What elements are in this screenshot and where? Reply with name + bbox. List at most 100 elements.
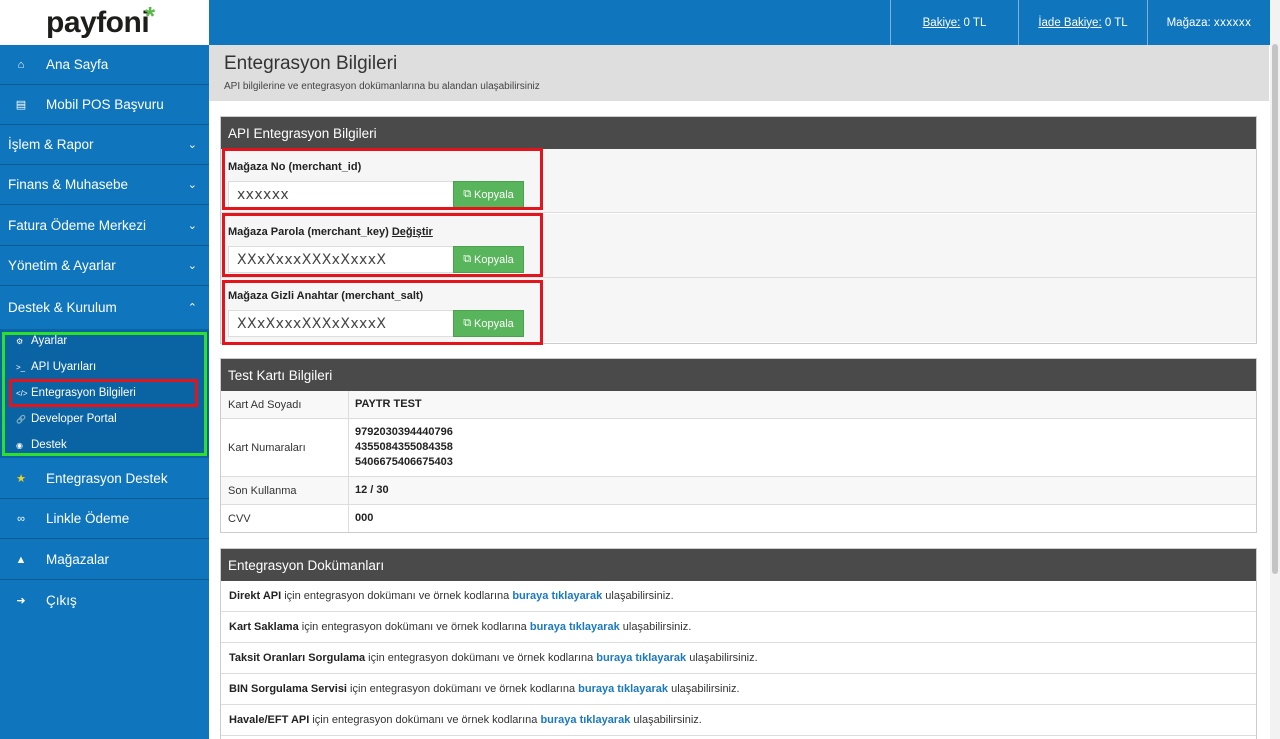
list-item: Direkt API için entegrasyon dokümanı ve … — [221, 581, 1256, 612]
row-key: Kart Ad Soyadı — [228, 398, 302, 411]
refund-balance-label: İade Bakiye: — [1038, 16, 1102, 29]
logo-star-icon: * — [145, 1, 156, 31]
store-display[interactable]: Mağaza: xxxxxx — [1147, 0, 1270, 45]
store-label: Mağaza: — [1166, 16, 1211, 29]
doc-text: için entegrasyon dokümanı ve örnek kodla… — [309, 714, 541, 726]
doc-link[interactable]: buraya tıklayarak — [578, 683, 668, 695]
table-row: Son Kullanma 12 / 30 — [221, 477, 1256, 505]
row-value: PAYTR TEST — [355, 391, 422, 418]
doc-text: ulaşabilirsiniz. — [619, 621, 692, 633]
sidebar-item-ana-sayfa[interactable]: ⌂ Ana Sayfa — [0, 45, 209, 85]
doc-name: Kart Saklama — [229, 621, 299, 633]
home-icon: ⌂ — [17, 58, 25, 71]
doc-name: Taksit Oranları Sorgulama — [229, 652, 366, 664]
sidebar-item-label: Fatura Ödeme Merkezi — [8, 218, 147, 233]
sidebar: payfoni * ⌂ Ana Sayfa ▤ Mobil POS Başvur… — [0, 0, 209, 739]
doc-text: ulaşabilirsiniz. — [668, 683, 740, 695]
sidebar-item-label: Mobil POS Başvuru — [46, 97, 164, 112]
sidebar-item-label: Yönetim & Ayarlar — [8, 258, 116, 273]
doc-text: için entegrasyon dokümanı ve örnek kodla… — [365, 652, 597, 664]
column-divider — [348, 391, 349, 418]
sidebar-item-label: Linkle Ödeme — [46, 511, 130, 526]
refund-balance-value: 0 TL — [1104, 16, 1128, 29]
balance-label: Bakiye: — [922, 16, 961, 29]
balance-display[interactable]: Bakiye: 0 TL — [890, 0, 1018, 45]
value-text: PAYTR TEST — [355, 398, 422, 410]
card-number: 9792030394440796 — [355, 426, 453, 438]
sidebar-item-label: İşlem & Rapor — [8, 137, 94, 152]
chevron-down-icon: ⌄ — [187, 139, 197, 151]
row-value: 12 / 30 — [355, 477, 389, 504]
sidebar-item-label: Mağazalar — [46, 552, 110, 567]
test-card-panel: Test Kartı Bilgileri Kart Ad Soyadı PAYT… — [220, 358, 1257, 533]
column-divider — [348, 505, 349, 532]
doc-text: için entegrasyon dokümanı ve örnek kodla… — [347, 683, 579, 695]
doc-link[interactable]: buraya tıklayarak — [596, 652, 686, 664]
page-title: Entegrasyon Bilgileri — [224, 53, 398, 74]
column-divider — [348, 419, 349, 476]
sidebar-item-label: Entegrasyon Destek — [46, 471, 168, 486]
row-value: 9792030394440796 4355084355084358 540667… — [355, 419, 453, 476]
sidebar-item-linkle-odeme[interactable]: ∞ Linkle Ödeme — [0, 499, 209, 539]
table-row: Kart Ad Soyadı PAYTR TEST — [221, 391, 1256, 419]
doc-link[interactable]: buraya tıklayarak — [530, 621, 620, 633]
chevron-down-icon: ⌄ — [187, 179, 197, 191]
logo[interactable]: payfoni * — [0, 0, 209, 45]
integration-docs-panel: Entegrasyon Dokümanları Direkt API için … — [220, 548, 1257, 739]
star-icon: ★ — [16, 473, 26, 485]
sitemap-icon: ▲ — [15, 553, 27, 566]
doc-name: Havale/EFT API — [229, 714, 310, 726]
page-header: Entegrasyon Bilgileri API bilgilerine ve… — [209, 45, 1269, 101]
value-text: 000 — [355, 512, 374, 524]
highlight-box-merchant-salt — [222, 280, 543, 345]
sidebar-item-destek-kurulum[interactable]: Destek & Kurulum ⌃ — [0, 287, 209, 327]
highlight-box-merchant-key — [222, 213, 543, 277]
sidebar-item-finans[interactable]: Finans & Muhasebe ⌄ — [0, 165, 209, 205]
table-row: CVV 000 — [221, 505, 1256, 532]
scrollbar-thumb[interactable] — [1272, 44, 1278, 574]
doc-name: BIN Sorgulama Servisi — [229, 683, 347, 695]
link-icon: ∞ — [17, 512, 25, 525]
list-item: BIN Sorgulama Servisi için entegrasyon d… — [221, 674, 1256, 705]
sidebar-item-label: Ana Sayfa — [46, 57, 109, 72]
doc-text: için entegrasyon dokümanı ve örnek kodla… — [298, 621, 530, 633]
sidebar-item-label: Finans & Muhasebe — [8, 177, 129, 192]
chevron-down-icon: ⌄ — [187, 220, 197, 232]
sidebar-item-magazalar[interactable]: ▲ Mağazalar — [0, 540, 209, 580]
row-value: 000 — [355, 505, 373, 532]
logout-icon: ➜ — [16, 594, 26, 607]
refund-balance-display[interactable]: İade Bakiye: 0 TL — [1018, 0, 1147, 45]
chevron-up-icon: ⌃ — [187, 301, 197, 314]
doc-text: ulaşabilirsiniz. — [630, 714, 702, 726]
table-row: Kart Numaraları 9792030394440796 4355084… — [221, 419, 1256, 477]
highlight-box-active-item — [9, 379, 198, 407]
sidebar-item-entegrasyon-destek[interactable]: ★ Entegrasyon Destek — [0, 459, 209, 499]
panel-heading: API Entegrasyon Bilgileri — [221, 117, 1256, 149]
logo-text: payfoni — [46, 6, 150, 39]
doc-name: Direkt API — [229, 590, 282, 602]
column-divider — [348, 477, 349, 504]
row-key: Kart Numaraları — [228, 441, 306, 454]
value-text: 12 / 30 — [355, 484, 389, 496]
sidebar-item-mobil-pos[interactable]: ▤ Mobil POS Başvuru — [0, 85, 209, 125]
doc-link[interactable]: buraya tıklayarak — [512, 590, 602, 602]
sidebar-item-yonetim[interactable]: Yönetim & Ayarlar ⌄ — [0, 246, 209, 286]
sidebar-item-cikis[interactable]: ➜ Çıkış — [0, 580, 209, 620]
highlight-box-merchant-id — [222, 148, 543, 210]
doc-text: ulaşabilirsiniz. — [602, 590, 674, 602]
page-subtitle: API bilgilerine ve entegrasyon dokümanla… — [224, 81, 540, 92]
sidebar-item-islem-rapor[interactable]: İşlem & Rapor ⌄ — [0, 125, 209, 165]
store-value: xxxxxx — [1213, 16, 1252, 29]
list-item: Kart Saklama için entegrasyon dokümanı v… — [221, 612, 1256, 643]
top-bar: Bakiye: 0 TL İade Bakiye: 0 TL Mağaza: x… — [209, 0, 1270, 45]
row-key: Son Kullanma — [228, 484, 297, 497]
card-number: 5406675406675403 — [355, 456, 453, 468]
doc-text: için entegrasyon dokümanı ve örnek kodla… — [281, 590, 513, 602]
sidebar-item-fatura[interactable]: Fatura Ödeme Merkezi ⌄ — [0, 206, 209, 246]
doc-link[interactable]: buraya tıklayarak — [540, 714, 630, 726]
balance-value: 0 TL — [963, 16, 987, 29]
list-item: Havale/EFT API için entegrasyon dokümanı… — [221, 705, 1256, 736]
row-key: CVV — [228, 512, 251, 525]
sidebar-item-label: Destek & Kurulum — [8, 299, 117, 315]
list-item: Taksit Oranları Sorgulama için entegrasy… — [221, 643, 1256, 674]
